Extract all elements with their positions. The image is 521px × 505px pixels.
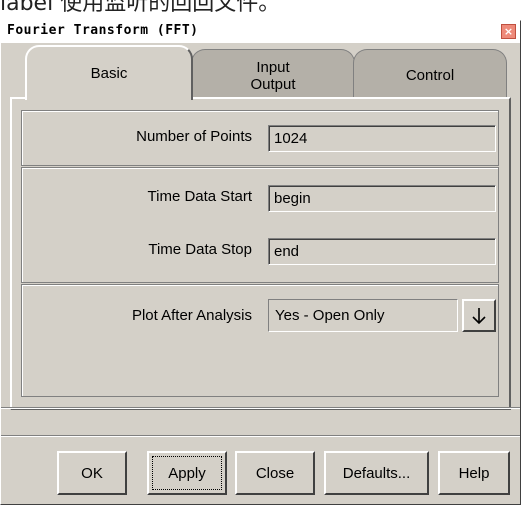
plot-after-analysis-select[interactable]: Yes - Open Only [268,299,458,332]
help-button[interactable]: Help [438,451,510,495]
number-of-points-field[interactable]: 1024 [268,125,496,152]
dropdown-arrow-button[interactable] [462,299,496,332]
separator-bottom [1,435,520,437]
title-bar[interactable]: Fourier Transform (FFT) × [1,21,520,43]
tab-basic[interactable]: Basic [25,45,193,100]
time-data-start-field[interactable]: begin [268,185,496,212]
apply-button[interactable]: Apply [147,451,227,495]
points-group: Number of Points 1024 [21,110,499,166]
time-data-stop-label: Time Data Stop [148,241,252,258]
plot-group: Plot After Analysis Yes - Open Only [21,284,499,397]
fft-dialog: Fourier Transform (FFT) × Basic Input Ou… [0,20,521,505]
arrow-down-icon [472,307,486,324]
tab-basic-label: Basic [90,65,128,82]
separator-top [1,407,520,409]
plot-after-analysis-label: Plot After Analysis [131,307,252,324]
tab-input-output[interactable]: Input Output [191,49,355,101]
ok-button[interactable]: OK [57,451,127,495]
time-data-stop-field[interactable]: end [268,238,496,265]
close-button[interactable]: Close [235,451,315,495]
background-text: label 使用监听的回回文件。 [0,0,281,16]
number-of-points-label: Number of Points [136,128,252,145]
close-icon[interactable]: × [501,24,516,39]
tab-input-output-label: Input Output [250,58,296,93]
window-title: Fourier Transform (FFT) [7,23,199,38]
basic-tab-panel: Number of Points 1024 Time Data Start be… [10,97,511,410]
time-data-group: Time Data Start begin Time Data Stop end [21,167,499,283]
tab-control-label: Control [405,67,455,84]
tab-control[interactable]: Control [353,49,507,101]
defaults-button[interactable]: Defaults... [324,451,429,495]
time-data-start-label: Time Data Start [147,188,252,205]
